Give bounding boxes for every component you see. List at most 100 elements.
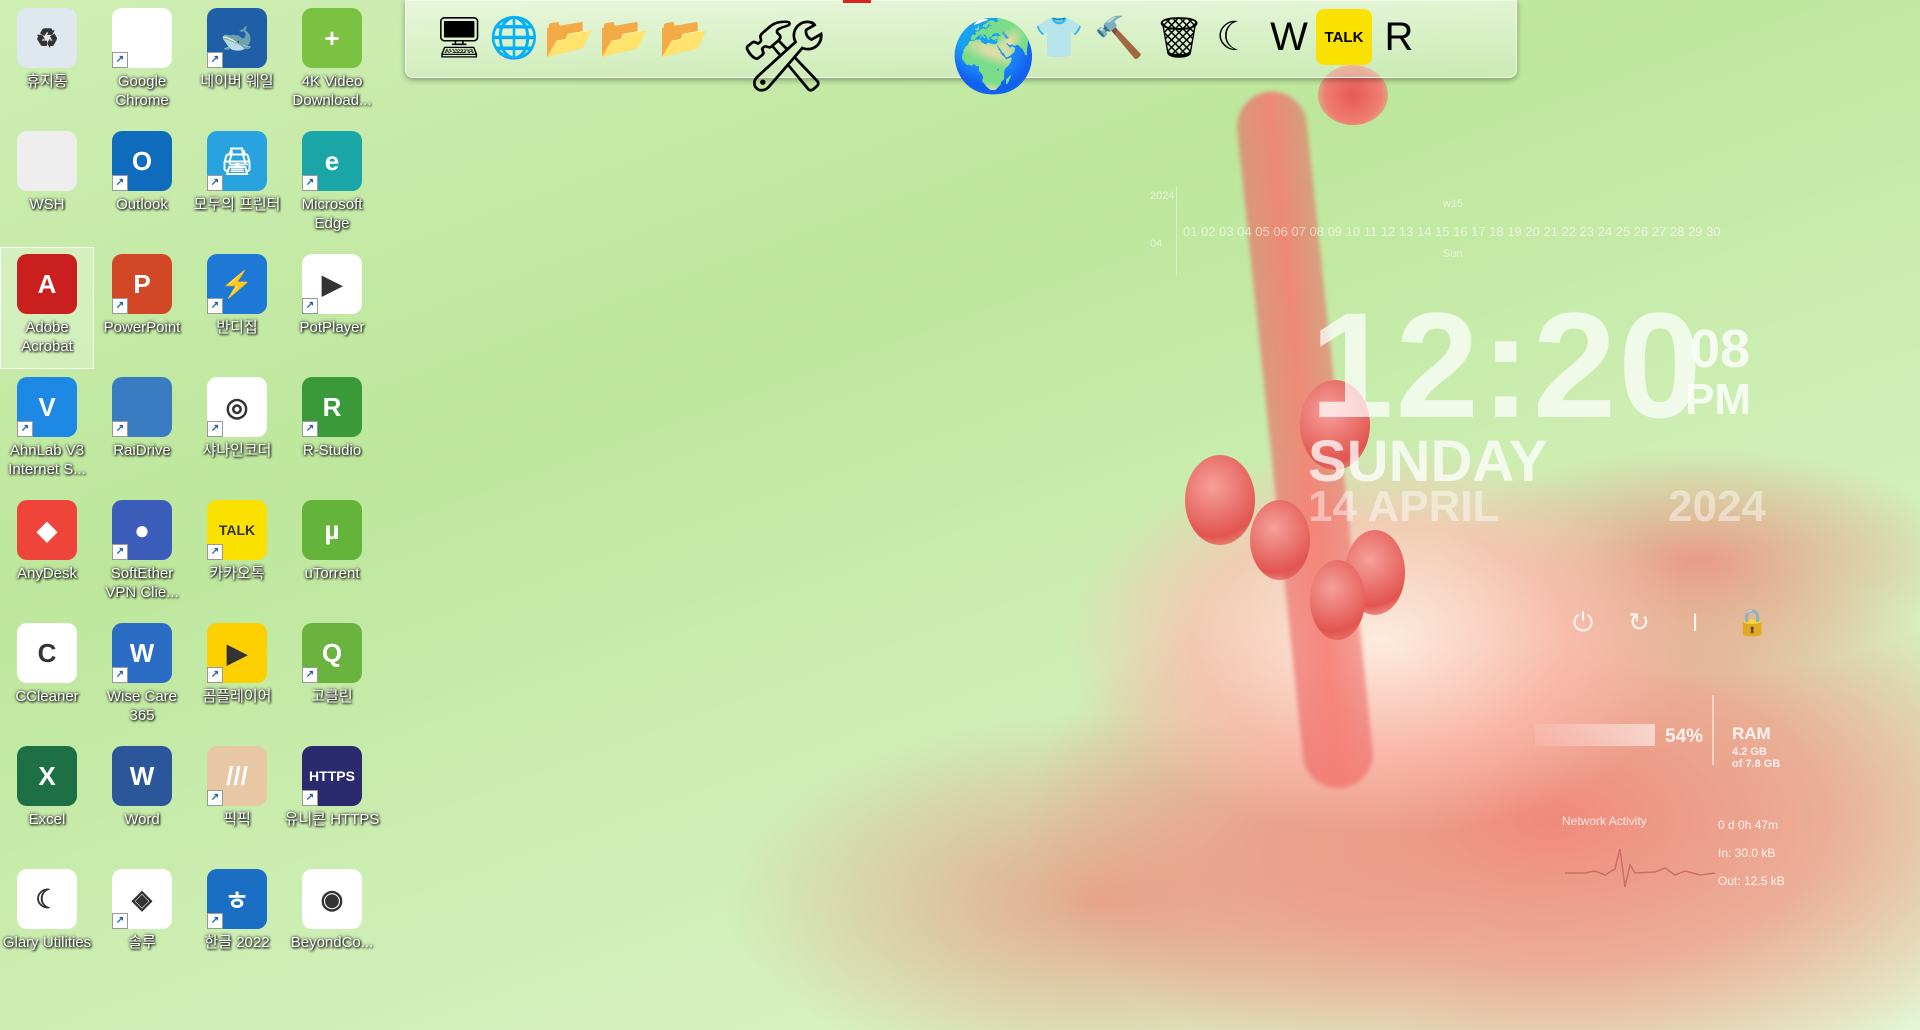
desktop-icon-label: AnyDesk (16, 565, 78, 582)
desktop-icon-label: Word (124, 811, 160, 828)
desktop-icon[interactable]: ▶ ↗ 곰플레이어 (191, 617, 283, 737)
desktop-icon-label: Outlook (116, 196, 168, 213)
desktop-icon-label: BeyondCo... (290, 934, 374, 951)
clock-time: 12:20 (1310, 281, 1704, 449)
desktop-icon[interactable]: W ↗ Wise Care 365 (96, 617, 188, 737)
ccleaner-icon: C (17, 623, 77, 683)
ram-usage-bar (1535, 724, 1655, 746)
desktop-icon[interactable]: P ↗ PowerPoint (96, 248, 188, 368)
whale-browser-icon: 🐋 ↗ (207, 8, 267, 68)
shortcut-arrow-icon: ↗ (112, 52, 128, 68)
desktop-icon[interactable]: e ↗ Microsoft Edge (286, 125, 378, 245)
desktop-icon[interactable]: ▶ ↗ PotPlayer (286, 248, 378, 368)
tools-icon[interactable]: 🛠 (736, 9, 832, 105)
network-graph (1565, 848, 1715, 888)
desktop-icon[interactable]: ◆ AnyDesk (1, 494, 93, 614)
desktop-icon[interactable]: ☾ Glary Utilities (1, 863, 93, 983)
network-uptime: 0 d 0h 47m (1718, 818, 1779, 832)
desktop-icon[interactable]: C CCleaner (1, 617, 93, 737)
desktop-icon-label: 한글 2022 (204, 934, 270, 951)
ram-used: 4.2 GB of 7.8 GB (1732, 746, 1780, 770)
desktop-icon[interactable]: µ uTorrent (286, 494, 378, 614)
desktop-icon[interactable]: ● ↗ SoftEther VPN Clie... (96, 494, 188, 614)
folder-icon[interactable]: 📂 (596, 9, 652, 65)
hangul-icon: ㅎ ↗ (207, 869, 267, 929)
desktop-icon[interactable]: X Excel (1, 740, 93, 860)
desktop-icon-label: 네이버 웨일 (200, 73, 274, 90)
restart-icon[interactable]: ↻ (1624, 607, 1654, 637)
desktop-icon[interactable]: ♻ 휴지통 (1, 2, 93, 122)
desktop-icon[interactable]: ⚡ ↗ 반디집 (191, 248, 283, 368)
desktop-icon[interactable]: 🐋 ↗ 네이버 웨일 (191, 2, 283, 122)
network-out: Out: 12.5 kB (1718, 874, 1785, 888)
flower-bud (1310, 560, 1365, 640)
ram-divider (1712, 695, 1714, 765)
raidrive-icon: ↗ (112, 377, 172, 437)
desktop-icon-label: 4K Video Download... (292, 73, 372, 109)
desktop-icon-label: 솔루 (128, 934, 156, 951)
desktop-icon-label: 고클린 (311, 688, 353, 705)
folder-icon[interactable]: 📂 (541, 9, 597, 65)
calendar-divider (1176, 186, 1177, 276)
calendar-week: w15 (1443, 198, 1464, 210)
shortcut-arrow-icon: ↗ (207, 790, 223, 806)
recycle-bin-icon[interactable]: 🗑 (1151, 9, 1207, 65)
computer-icon[interactable]: 🖥 (431, 9, 487, 65)
desktop-icon-label: 곰플레이어 (202, 688, 272, 705)
shortcut-arrow-icon: ↗ (207, 421, 223, 437)
v3-icon: V ↗ (17, 377, 77, 437)
desktop-icon[interactable]: ///↗ 픽픽 (191, 740, 283, 860)
desktop-icon[interactable]: Q ↗ 고클린 (286, 617, 378, 737)
desktop-icon[interactable]: ◉ BeyondCo... (286, 863, 378, 983)
desktop-icon[interactable]: ↗ Google Chrome (96, 2, 188, 122)
desktop-icon-label: WSH (29, 196, 65, 213)
desktop-icon[interactable]: V ↗ AhnLab V3 Internet S... (1, 371, 93, 491)
shana-encoder-icon: ◎ ↗ (207, 377, 267, 437)
shortcut-arrow-icon: ↗ (302, 421, 318, 437)
network-in: In: 30.0 kB (1718, 846, 1776, 860)
outlook-icon: O ↗ (112, 131, 172, 191)
softether-icon: ● ↗ (112, 500, 172, 560)
desktop-icon[interactable]: +4K Video Download... (286, 2, 378, 122)
desktop-icon-label: Microsoft Edge (301, 196, 363, 232)
wise-shield-icon[interactable]: W (1261, 9, 1317, 65)
excel-icon: X (17, 746, 77, 806)
ram-percent: 54% (1665, 726, 1704, 747)
shortcut-arrow-icon: ↗ (112, 913, 128, 929)
desktop-icon[interactable]: R ↗ R-Studio (286, 371, 378, 491)
network-title: Network Activity (1562, 814, 1647, 828)
desktop-icon[interactable]: WSH (1, 125, 93, 245)
chrome-icon: ↗ (112, 8, 172, 68)
sleep-icon[interactable]: ⏽ (1680, 607, 1710, 637)
desktop-icon-label: RaiDrive (113, 442, 171, 459)
word-icon: W (112, 746, 172, 806)
lock-icon[interactable]: 🔒 (1736, 607, 1768, 637)
desktop-icon-label: 반디집 (216, 319, 258, 336)
network-globe-icon[interactable]: 🌐 (486, 9, 542, 65)
shortcut-arrow-icon: ↗ (207, 175, 223, 191)
printer-icon: 🖨 ↗ (207, 131, 267, 191)
shortcut-arrow-icon: ↗ (112, 421, 128, 437)
shortcut-arrow-icon: ↗ (207, 667, 223, 683)
globe-icon[interactable]: 🌍 (946, 9, 1042, 105)
clock-ampm: PM (1685, 375, 1751, 424)
desktop-icon[interactable]: ◈ ↗ 솔루 (96, 863, 188, 983)
glary-moon-icon[interactable]: ☾ (1206, 9, 1262, 65)
desktop-icon[interactable]: O ↗ Outlook (96, 125, 188, 245)
desktop-icon[interactable]: A Adobe Acrobat (0, 247, 94, 369)
desktop-icon[interactable]: ↗ RaiDrive (96, 371, 188, 491)
recovery-icon[interactable]: R (1371, 9, 1427, 65)
desktop-icon[interactable]: 🖨 ↗ 모두의 프린터 (191, 125, 283, 245)
desktop-icon[interactable]: TALK ↗ 카카오톡 (191, 494, 283, 614)
hammer-icon[interactable]: 🔨 (1091, 9, 1147, 65)
clock-year: 2024 (1668, 482, 1766, 531)
desktop-icon[interactable]: ㅎ ↗ 한글 2022 (191, 863, 283, 983)
shutdown-icon[interactable]: ⏻ (1568, 607, 1598, 637)
desktop-icon[interactable]: HTTPS ↗ 유니콘 HTTPS (285, 740, 379, 860)
desktop-icon[interactable]: ◎ ↗ 샤나인코더 (191, 371, 283, 491)
tshirt-icon[interactable]: 👕 (1031, 9, 1087, 65)
desktop-icon[interactable]: W Word (96, 740, 188, 860)
shortcut-arrow-icon: ↗ (207, 913, 223, 929)
kakaotalk-icon[interactable]: TALK (1316, 9, 1372, 65)
folder-open-icon[interactable]: 📂 (656, 9, 712, 65)
